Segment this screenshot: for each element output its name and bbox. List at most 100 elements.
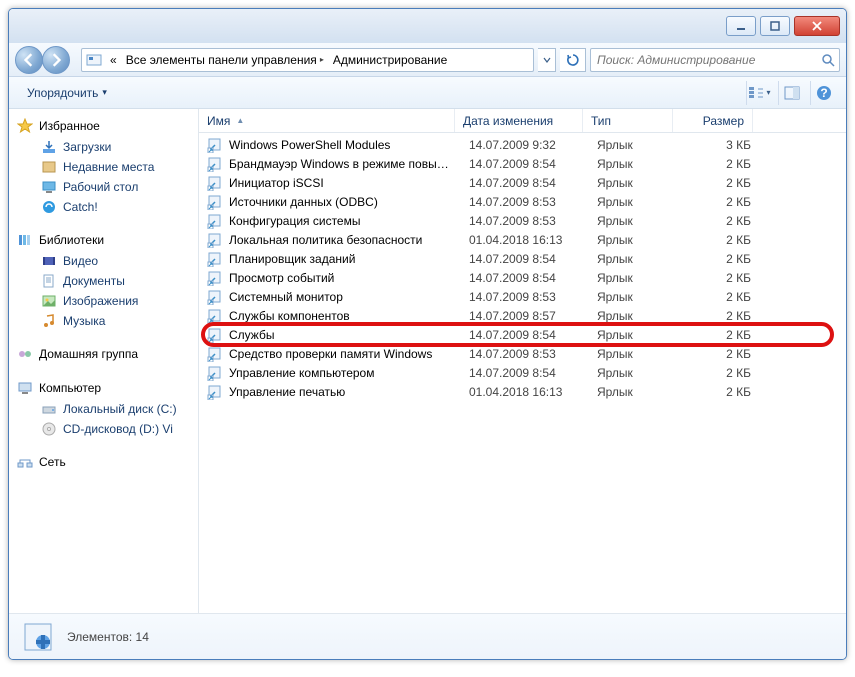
network-icon xyxy=(17,454,33,470)
table-row[interactable]: Службы компонентов14.07.2009 8:57Ярлык2 … xyxy=(199,306,846,325)
table-row[interactable]: Управление печатью01.04.2018 16:13Ярлык2… xyxy=(199,382,846,401)
column-headers: Имя▲ Дата изменения Тип Размер xyxy=(199,109,846,133)
organize-button[interactable]: Упорядочить▾ xyxy=(19,83,115,103)
sidebar-item-pictures[interactable]: Изображения xyxy=(9,291,198,311)
file-size: 2 КБ xyxy=(679,290,759,304)
sidebar-item-catch[interactable]: Catch! xyxy=(9,197,198,217)
sidebar-item-label: Видео xyxy=(63,254,98,268)
shortcut-icon xyxy=(207,156,223,172)
refresh-button[interactable] xyxy=(560,48,586,72)
table-row[interactable]: Инициатор iSCSI14.07.2009 8:54Ярлык2 КБ xyxy=(199,173,846,192)
file-name: Службы компонентов xyxy=(229,309,350,323)
column-type[interactable]: Тип xyxy=(583,109,673,132)
table-row[interactable]: Источники данных (ODBC)14.07.2009 8:53Яр… xyxy=(199,192,846,211)
minimize-button[interactable] xyxy=(726,16,756,36)
favorites-header[interactable]: Избранное xyxy=(9,115,198,137)
admin-tools-icon xyxy=(19,618,57,656)
network-label: Сеть xyxy=(39,455,66,469)
file-name: Брандмауэр Windows в режиме повы… xyxy=(229,157,449,171)
favorites-group: Избранное Загрузки Недавние места Рабочи… xyxy=(9,115,198,217)
file-type: Ярлык xyxy=(589,366,679,380)
sidebar-item-label: Рабочий стол xyxy=(63,180,138,194)
file-size: 2 КБ xyxy=(679,157,759,171)
address-dropdown-button[interactable] xyxy=(538,48,556,72)
favorites-label: Избранное xyxy=(39,119,100,133)
table-row[interactable]: Локальная политика безопасности01.04.201… xyxy=(199,230,846,249)
back-button[interactable] xyxy=(15,46,43,74)
homegroup-header[interactable]: Домашняя группа xyxy=(9,343,198,365)
sidebar-item-desktop[interactable]: Рабочий стол xyxy=(9,177,198,197)
column-size[interactable]: Размер xyxy=(673,109,753,132)
table-row[interactable]: Брандмауэр Windows в режиме повы…14.07.2… xyxy=(199,154,846,173)
column-label: Размер xyxy=(703,114,744,128)
organize-label: Упорядочить xyxy=(27,86,98,100)
libraries-label: Библиотеки xyxy=(39,233,104,247)
svg-text:?: ? xyxy=(820,86,827,100)
address-bar[interactable]: « Все элементы панели управления▸ Админи… xyxy=(81,48,534,72)
table-row[interactable]: Средство проверки памяти Windows14.07.20… xyxy=(199,344,846,363)
file-date: 14.07.2009 8:54 xyxy=(461,252,589,266)
file-name: Планировщик заданий xyxy=(229,252,355,266)
drive-icon xyxy=(41,401,57,417)
navigation-pane[interactable]: Избранное Загрузки Недавние места Рабочи… xyxy=(9,109,199,613)
view-options-button[interactable]: ▾ xyxy=(746,81,772,105)
sidebar-item-documents[interactable]: Документы xyxy=(9,271,198,291)
file-name: Управление компьютером xyxy=(229,366,374,380)
close-button[interactable] xyxy=(794,16,840,36)
breadcrumb-seg-0[interactable]: Все элементы панели управления▸ xyxy=(122,49,329,71)
table-row[interactable]: Просмотр событий14.07.2009 8:54Ярлык2 КБ xyxy=(199,268,846,287)
table-row[interactable]: Конфигурация системы14.07.2009 8:53Ярлык… xyxy=(199,211,846,230)
column-name[interactable]: Имя▲ xyxy=(199,109,455,132)
table-row[interactable]: Управление компьютером14.07.2009 8:54Ярл… xyxy=(199,363,846,382)
column-date[interactable]: Дата изменения xyxy=(455,109,583,132)
sidebar-item-label: Недавние места xyxy=(63,160,154,174)
star-icon xyxy=(17,118,33,134)
preview-pane-button[interactable] xyxy=(778,81,804,105)
file-date: 14.07.2009 8:53 xyxy=(461,290,589,304)
chevron-right-icon: ▸ xyxy=(320,55,324,64)
sidebar-item-label: Catch! xyxy=(63,200,98,214)
file-size: 2 КБ xyxy=(679,233,759,247)
maximize-button[interactable] xyxy=(760,16,790,36)
file-type: Ярлык xyxy=(589,138,679,152)
computer-icon xyxy=(17,380,33,396)
help-button[interactable]: ? xyxy=(810,81,836,105)
sidebar-item-music[interactable]: Музыка xyxy=(9,311,198,331)
sidebar-item-label: Документы xyxy=(63,274,125,288)
file-type: Ярлык xyxy=(589,347,679,361)
shortcut-icon xyxy=(207,308,223,324)
network-header[interactable]: Сеть xyxy=(9,451,198,473)
table-row[interactable]: Службы14.07.2009 8:54Ярлык2 КБ xyxy=(199,325,846,344)
file-type: Ярлык xyxy=(589,195,679,209)
table-row[interactable]: Windows PowerShell Modules14.07.2009 9:3… xyxy=(199,135,846,154)
sidebar-item-videos[interactable]: Видео xyxy=(9,251,198,271)
explorer-window: « Все элементы панели управления▸ Админи… xyxy=(8,8,847,660)
file-name: Конфигурация системы xyxy=(229,214,360,228)
network-group: Сеть xyxy=(9,451,198,473)
file-date: 14.07.2009 9:32 xyxy=(461,138,589,152)
table-row[interactable]: Системный монитор14.07.2009 8:53Ярлык2 К… xyxy=(199,287,846,306)
breadcrumb-label: Все элементы панели управления xyxy=(126,53,317,67)
search-icon[interactable] xyxy=(817,49,839,71)
table-row[interactable]: Планировщик заданий14.07.2009 8:54Ярлык2… xyxy=(199,249,846,268)
sidebar-item-local-disk[interactable]: Локальный диск (C:) xyxy=(9,399,198,419)
catch-icon xyxy=(41,199,57,215)
file-type: Ярлык xyxy=(589,214,679,228)
search-input[interactable] xyxy=(591,53,817,67)
file-date: 14.07.2009 8:54 xyxy=(461,176,589,190)
sidebar-item-recent[interactable]: Недавние места xyxy=(9,157,198,177)
sidebar-item-downloads[interactable]: Загрузки xyxy=(9,137,198,157)
breadcrumb-root[interactable]: « xyxy=(106,49,122,71)
double-arrow-icon: « xyxy=(110,53,117,67)
sidebar-item-cd-drive[interactable]: CD-дисковод (D:) Vi xyxy=(9,419,198,439)
file-date: 01.04.2018 16:13 xyxy=(461,385,589,399)
file-name: Системный монитор xyxy=(229,290,343,304)
computer-header[interactable]: Компьютер xyxy=(9,377,198,399)
homegroup-label: Домашняя группа xyxy=(39,347,138,361)
breadcrumb-seg-1[interactable]: Администрирование xyxy=(329,49,452,71)
forward-button[interactable] xyxy=(42,46,70,74)
libraries-group: Библиотеки Видео Документы Изображения М… xyxy=(9,229,198,331)
sort-asc-icon: ▲ xyxy=(236,116,244,125)
libraries-header[interactable]: Библиотеки xyxy=(9,229,198,251)
search-box[interactable] xyxy=(590,48,840,72)
